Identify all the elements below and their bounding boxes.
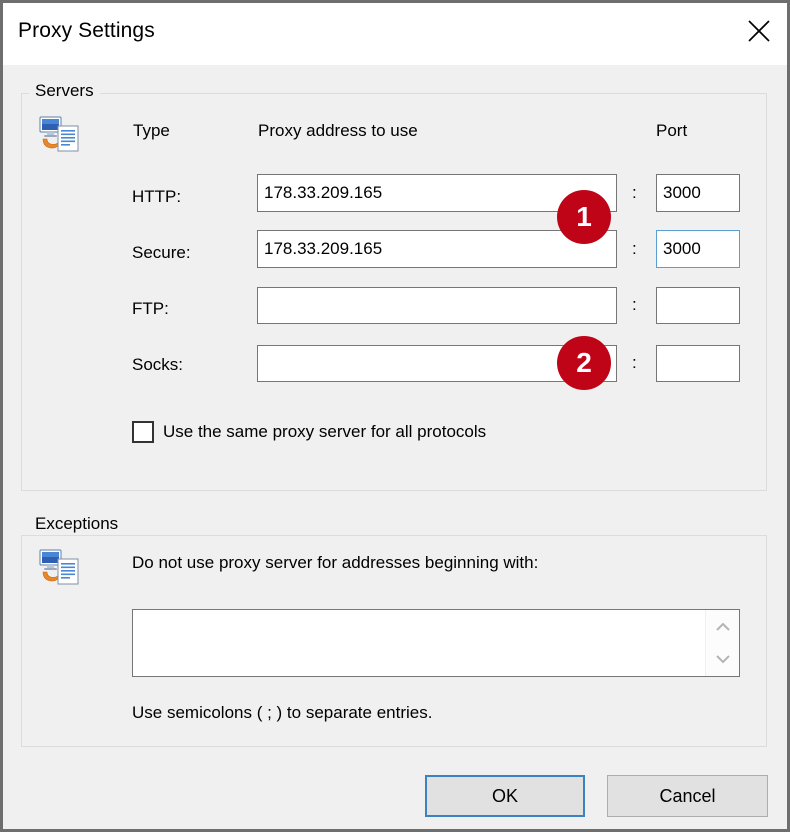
proxy-settings-dialog: Proxy Settings Servers (0, 0, 790, 832)
proxy-server-icon (37, 115, 81, 160)
socks-port-input[interactable] (656, 345, 740, 382)
titlebar: Proxy Settings (3, 3, 787, 65)
http-port-input[interactable] (656, 174, 740, 212)
socks-colon: : (632, 353, 637, 373)
proxy-exceptions-icon (37, 548, 81, 593)
column-header-type: Type (133, 121, 170, 141)
same-proxy-checkbox[interactable]: Use the same proxy server for all protoc… (132, 421, 486, 443)
exceptions-textarea[interactable] (133, 610, 705, 676)
http-colon: : (632, 183, 637, 203)
exceptions-textarea-wrapper (132, 609, 740, 677)
same-proxy-checkbox-label: Use the same proxy server for all protoc… (163, 422, 486, 442)
exceptions-legend: Exceptions (29, 514, 124, 534)
checkbox-box[interactable] (132, 421, 154, 443)
row-label-http: HTTP: (132, 187, 181, 207)
ok-button[interactable]: OK (425, 775, 585, 817)
ftp-colon: : (632, 295, 637, 315)
servers-legend: Servers (29, 81, 100, 101)
exceptions-hint: Use semicolons ( ; ) to separate entries… (132, 703, 432, 723)
secure-colon: : (632, 239, 637, 259)
exceptions-description: Do not use proxy server for addresses be… (132, 553, 538, 573)
secure-port-input[interactable] (656, 230, 740, 268)
row-label-socks: Socks: (132, 355, 183, 375)
window-title: Proxy Settings (18, 19, 155, 43)
secure-address-input[interactable] (257, 230, 617, 268)
ftp-port-input[interactable] (656, 287, 740, 324)
close-icon[interactable] (731, 3, 787, 59)
row-label-secure: Secure: (132, 243, 191, 263)
annotation-badge-1: 1 (557, 190, 611, 244)
column-header-port: Port (656, 121, 687, 141)
annotation-badge-2: 2 (557, 336, 611, 390)
column-header-address: Proxy address to use (258, 121, 418, 141)
row-label-ftp: FTP: (132, 299, 169, 319)
ftp-address-input[interactable] (257, 287, 617, 324)
chevron-down-icon[interactable] (712, 650, 734, 668)
chevron-up-icon[interactable] (712, 618, 734, 636)
cancel-button[interactable]: Cancel (607, 775, 768, 817)
exceptions-scrollbar[interactable] (705, 610, 739, 676)
